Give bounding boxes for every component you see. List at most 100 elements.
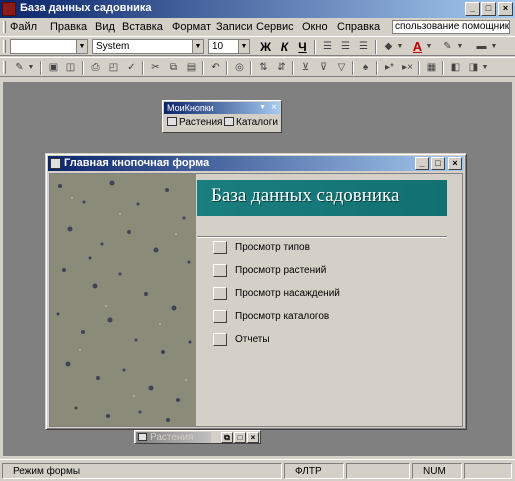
font-combo[interactable]: System ▼	[92, 39, 204, 54]
new-record-icon[interactable]: ▸*	[382, 61, 397, 75]
option-button[interactable]	[213, 241, 227, 254]
menu-help[interactable]: Справка	[337, 21, 380, 33]
print-preview-icon[interactable]: ◰	[106, 61, 121, 75]
option-label: Отчеты	[235, 334, 270, 345]
menu-insert[interactable]: Вставка	[122, 21, 163, 33]
option-button[interactable]	[213, 333, 227, 346]
chevron-down-icon[interactable]: ▼	[76, 40, 87, 53]
status-empty	[464, 463, 512, 479]
menu-file[interactable]: Файл	[10, 21, 37, 33]
cut-icon[interactable]: ✂	[148, 61, 163, 75]
sort-ascending-icon[interactable]: ⇅	[256, 61, 271, 75]
align-left-icon[interactable]: ☰	[320, 40, 335, 54]
formatting-toolbar: ▼ System ▼ 10 ▼ Ж К Ч ☰ ☰ ☰ ◆ ▼ A ▼ ✎ ▼ …	[0, 36, 515, 56]
menu-bar: Файл Правка Вид Вставка Формат Записи Се…	[0, 18, 515, 36]
form-icon	[224, 117, 234, 126]
menu-edit[interactable]: Правка	[50, 21, 87, 33]
form-icon[interactable]	[50, 158, 61, 169]
filter-selection-icon[interactable]: ⊻	[298, 61, 313, 75]
chevron-down-icon[interactable]: ▼	[259, 102, 266, 114]
form-maximize-button[interactable]: □	[431, 157, 445, 170]
catalogs-toolbar-button[interactable]: Каталоги	[224, 117, 278, 129]
fill-color-icon[interactable]: ◆	[381, 40, 396, 54]
properties-icon[interactable]: ▦	[424, 61, 439, 75]
floating-toolbar-title[interactable]: МоиКнопки ▼ ×	[164, 102, 280, 114]
separator	[418, 61, 420, 75]
divider-line	[197, 236, 447, 238]
menu-tools[interactable]: Сервис	[256, 21, 294, 33]
search-icon[interactable]: ◫	[63, 61, 78, 75]
hyperlink-icon[interactable]: ◎	[232, 61, 247, 75]
status-num: NUM	[412, 463, 462, 479]
maximize-button[interactable]: □	[481, 2, 496, 16]
find-icon[interactable]: ♠	[358, 61, 373, 75]
form-titlebar[interactable]: Главная кнопочная форма _ □ ×	[48, 156, 464, 171]
chevron-down-icon[interactable]: ▼	[238, 40, 249, 53]
align-right-icon[interactable]: ☰	[356, 40, 371, 54]
option-button[interactable]	[213, 287, 227, 300]
form-close-button[interactable]: ×	[448, 157, 462, 170]
minimized-title[interactable]: Растения	[136, 432, 211, 443]
italic-button[interactable]: К	[277, 40, 292, 54]
line-color-icon[interactable]: ✎	[440, 40, 455, 54]
font-color-button[interactable]: A	[410, 40, 425, 54]
apply-filter-icon[interactable]: ▽	[334, 61, 349, 75]
chevron-down-icon[interactable]: ▼	[192, 40, 203, 53]
bold-button[interactable]: Ж	[258, 40, 273, 54]
save-icon[interactable]: ▣	[46, 61, 61, 75]
new-object-icon[interactable]: ◨	[466, 61, 481, 75]
restore-button[interactable]: ⧉	[221, 432, 233, 443]
underline-button[interactable]: Ч	[295, 40, 310, 54]
minimized-plants-window[interactable]: Растения ⧉ □ ×	[134, 430, 261, 444]
form-icon	[138, 433, 147, 441]
menubar-grip[interactable]	[3, 21, 6, 33]
print-icon[interactable]: ⎙	[88, 61, 103, 75]
app-titlebar: База данных садовника _ □ ×	[0, 0, 515, 18]
option-button[interactable]	[213, 264, 227, 277]
form-minimize-button[interactable]: _	[415, 157, 429, 170]
chevron-down-icon[interactable]: ▼	[481, 61, 489, 75]
menu-records[interactable]: Записи	[216, 21, 253, 33]
toolbar-grip[interactable]	[3, 61, 6, 74]
ask-question-box[interactable]: спользование помощника	[392, 20, 510, 34]
view-icon[interactable]: ✎	[12, 61, 27, 75]
chevron-down-icon[interactable]: ▼	[396, 40, 404, 54]
separator	[142, 61, 144, 75]
toolbar-grip[interactable]	[3, 40, 6, 53]
form-header-title: База данных садовника	[211, 185, 400, 206]
chevron-down-icon[interactable]: ▼	[27, 61, 35, 75]
align-center-icon[interactable]: ☰	[338, 40, 353, 54]
font-combo-value: System	[96, 41, 130, 52]
option-label: Просмотр типов	[235, 242, 310, 253]
sort-descending-icon[interactable]: ⇵	[274, 61, 289, 75]
option-button[interactable]	[213, 310, 227, 323]
database-window-icon[interactable]: ◧	[448, 61, 463, 75]
chevron-down-icon[interactable]: ▼	[456, 40, 464, 54]
separator	[352, 61, 354, 75]
access-app-icon[interactable]	[2, 2, 16, 16]
minimize-button[interactable]: _	[465, 2, 480, 16]
paste-icon[interactable]: ▤	[184, 61, 199, 75]
undo-icon[interactable]: ↶	[208, 61, 223, 75]
close-button[interactable]: ×	[498, 2, 513, 16]
line-width-icon[interactable]: ▬	[474, 40, 489, 54]
filter-form-icon[interactable]: ⊽	[316, 61, 331, 75]
separator	[40, 61, 42, 75]
font-size-combo[interactable]: 10 ▼	[208, 39, 250, 54]
spelling-icon[interactable]: ✓	[124, 61, 139, 75]
menu-format[interactable]: Формат	[172, 21, 211, 33]
separator	[202, 61, 204, 75]
maximize-button[interactable]: □	[234, 432, 246, 443]
chevron-down-icon[interactable]: ▼	[490, 40, 498, 54]
plants-button-label: Растения	[179, 117, 223, 128]
plants-toolbar-button[interactable]: Растения	[167, 117, 222, 129]
close-button[interactable]: ×	[247, 432, 259, 443]
copy-icon[interactable]: ⧉	[166, 61, 181, 75]
delete-record-icon[interactable]: ▸×	[400, 61, 415, 75]
menu-view[interactable]: Вид	[95, 21, 115, 33]
close-icon[interactable]: ×	[271, 102, 277, 114]
chevron-down-icon[interactable]: ▼	[425, 40, 433, 54]
switchboard-form-window: Главная кнопочная форма _ □ × База данны…	[45, 153, 467, 430]
object-combo[interactable]: ▼	[10, 39, 88, 54]
menu-window[interactable]: Окно	[302, 21, 328, 33]
